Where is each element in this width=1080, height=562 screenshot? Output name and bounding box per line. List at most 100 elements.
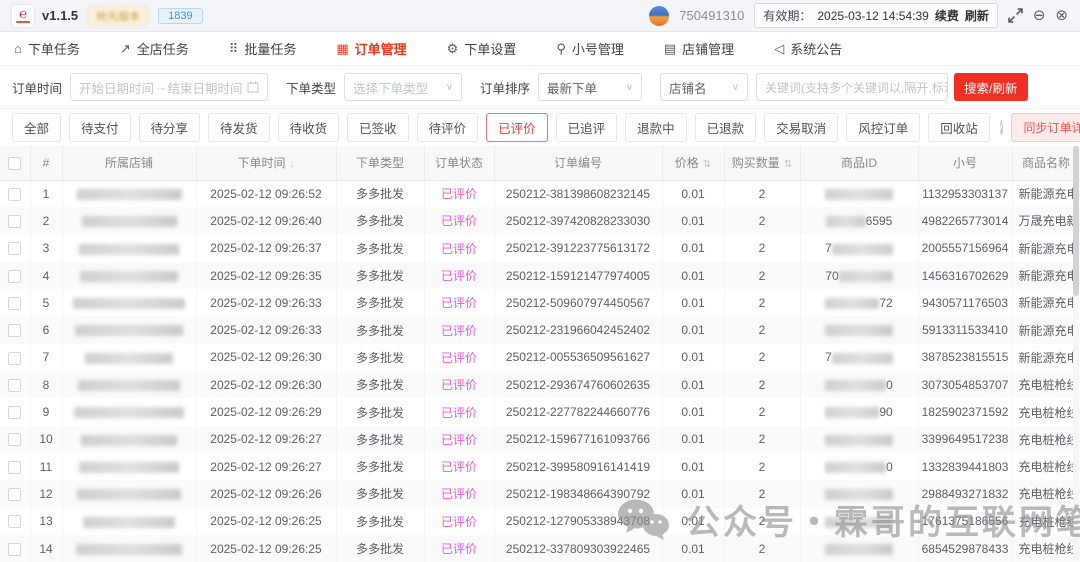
cell-buyer-account: 1761375186556 <box>918 508 1012 535</box>
row-checkbox[interactable] <box>8 461 21 474</box>
cell-shop-name <box>62 289 196 316</box>
nav-item-gear[interactable]: ⚙下单设置 <box>447 39 517 58</box>
nav-item-user[interactable]: ⚲小号管理 <box>556 39 624 58</box>
cell-product-id <box>800 480 918 507</box>
sort-down-icon[interactable]: ↓ <box>290 159 295 170</box>
masked-shop-name <box>79 244 179 255</box>
renew-button[interactable]: 续费 <box>935 7 959 24</box>
date-range-input[interactable]: 开始日期时间 → 结束日期时间 <box>70 73 268 101</box>
search-field-value: 店铺名 <box>669 78 707 97</box>
row-checkbox[interactable] <box>8 379 21 392</box>
masked-shop-name <box>78 380 180 391</box>
cell-buyer-account: 4982265773014 <box>918 207 1012 234</box>
order-icon: ▦ <box>336 41 348 57</box>
status-tab-已追评[interactable]: 已追评 <box>556 113 618 142</box>
user-icon: ⚲ <box>556 41 566 57</box>
cell-order-no: 250212-227782244660776 <box>494 398 662 425</box>
status-tab-回收站[interactable]: 回收站 <box>928 113 990 142</box>
select-all-checkbox[interactable] <box>8 157 21 170</box>
cell-qty: 2 <box>724 344 800 371</box>
grid-icon: ⠿ <box>229 41 239 57</box>
scrollbar-thumb[interactable] <box>1073 146 1079 296</box>
cell-qty: 2 <box>724 453 800 480</box>
status-tab-全部[interactable]: 全部 <box>12 113 61 142</box>
cell-order-no: 250212-397420828233030 <box>494 207 662 234</box>
nav-item-grid[interactable]: ⠿批量任务 <box>229 39 297 58</box>
row-checkbox[interactable] <box>8 488 21 501</box>
status-tab-已退款[interactable]: 已退款 <box>695 113 757 142</box>
row-checkbox[interactable] <box>8 352 21 365</box>
nav-bar: ⌂下单任务 ↗全店任务 ⠿批量任务 ▦订单管理 ⚙下单设置 ⚲小号管理 ▤店铺管理 ◁系统公告 <box>0 32 1080 66</box>
row-checkbox[interactable] <box>8 324 21 337</box>
cell-shop-name <box>62 316 196 343</box>
masked-product-id <box>825 517 893 528</box>
avatar[interactable] <box>649 6 669 26</box>
info-icon[interactable]: i <box>1000 120 1003 135</box>
close-icon[interactable]: ⊗ <box>1055 8 1068 23</box>
minimize-icon[interactable]: ⊖ <box>1033 8 1046 23</box>
row-checkbox[interactable] <box>8 270 21 283</box>
cell-product-name: 充电桩枪线 <box>1012 480 1080 507</box>
header-下单类型: 下单类型 <box>336 146 424 180</box>
cell-price: 0.01 <box>662 180 724 207</box>
status-tab-退款中[interactable]: 退款中 <box>625 113 687 142</box>
cell-buyer-account: 1132953303137 <box>918 180 1012 207</box>
status-tab-交易取消[interactable]: 交易取消 <box>764 113 838 142</box>
row-checkbox[interactable] <box>8 543 21 556</box>
row-checkbox[interactable] <box>8 515 21 528</box>
cell-order-status: 已评价 <box>424 207 494 234</box>
chevron-down-icon: ∨ <box>446 82 453 93</box>
status-tab-待分享[interactable]: 待分享 <box>139 113 201 142</box>
cell-order-status: 已评价 <box>424 316 494 343</box>
row-checkbox[interactable] <box>8 215 21 228</box>
nav-item-home[interactable]: ⌂下单任务 <box>14 39 80 58</box>
masked-shop-name <box>79 462 179 473</box>
row-checkbox[interactable] <box>8 242 21 255</box>
sort-icon[interactable]: ⇅ <box>703 159 711 170</box>
cell-buyer-account: 2005557156964 <box>918 235 1012 262</box>
row-checkbox[interactable] <box>8 406 21 419</box>
status-tab-已签收[interactable]: 已签收 <box>347 113 409 142</box>
cell-order-type: 多多批发 <box>336 426 424 453</box>
cell-index: 11 <box>30 453 62 480</box>
row-checkbox[interactable] <box>8 188 21 201</box>
status-tab-待收货[interactable]: 待收货 <box>278 113 340 142</box>
nav-item-horn[interactable]: ◁系统公告 <box>774 39 842 58</box>
status-tab-待支付[interactable]: 待支付 <box>69 113 131 142</box>
header-所属店铺: 所属店铺 <box>62 146 196 180</box>
row-checkbox[interactable] <box>8 433 21 446</box>
sync-order-details-button[interactable]: 同步订单详情 <box>1011 113 1080 142</box>
row-checkbox[interactable] <box>8 297 21 310</box>
cell-product-name: 新能源充电 <box>1012 316 1080 343</box>
order-type-select[interactable]: 选择下单类型 ∨ <box>344 73 462 101</box>
status-tab-待发货[interactable]: 待发货 <box>208 113 270 142</box>
fullscreen-icon[interactable] <box>1008 8 1023 23</box>
nav-item-chart[interactable]: ↗全店任务 <box>120 39 189 58</box>
scrollbar-track[interactable] <box>1073 146 1079 561</box>
cell-checkbox <box>0 480 30 507</box>
cell-qty: 2 <box>724 508 800 535</box>
status-tab-待评价[interactable]: 待评价 <box>417 113 479 142</box>
cell-index: 13 <box>30 508 62 535</box>
product-id-prefix: 70 <box>825 269 838 283</box>
cell-price: 0.01 <box>662 453 724 480</box>
keyword-input[interactable]: 关键词(支持多个关键词以,隔开,标注模糊的不 <box>756 73 948 101</box>
masked-product-id <box>825 544 893 555</box>
masked-product-id <box>825 462 886 473</box>
status-tab-已评价[interactable]: 已评价 <box>486 113 548 142</box>
status-tab-风控订单[interactable]: 风控订单 <box>846 113 920 142</box>
sort-icon[interactable]: ⇅ <box>784 159 792 170</box>
cell-order-time: 2025-02-12 09:26:52 <box>196 180 336 207</box>
cell-index: 8 <box>30 371 62 398</box>
nav-item-order[interactable]: ▦订单管理 <box>336 39 406 58</box>
nav-item-shop[interactable]: ▤店铺管理 <box>664 39 734 58</box>
search-field-select[interactable]: 店铺名 ∨ <box>660 73 748 101</box>
filter-bar: 订单时间 开始日期时间 → 结束日期时间 下单类型 选择下单类型 ∨ 订单排序 … <box>0 66 1080 109</box>
masked-shop-name <box>77 489 181 500</box>
keyword-placeholder: 关键词(支持多个关键词以,隔开,标注模糊的不 <box>765 79 948 96</box>
search-refresh-button[interactable]: 搜索/刷新 <box>954 73 1027 101</box>
order-sort-select[interactable]: 最新下单 ∨ <box>538 73 642 101</box>
date-arrow: → <box>155 80 168 94</box>
cell-product-id <box>800 316 918 343</box>
refresh-button[interactable]: 刷新 <box>965 7 989 24</box>
